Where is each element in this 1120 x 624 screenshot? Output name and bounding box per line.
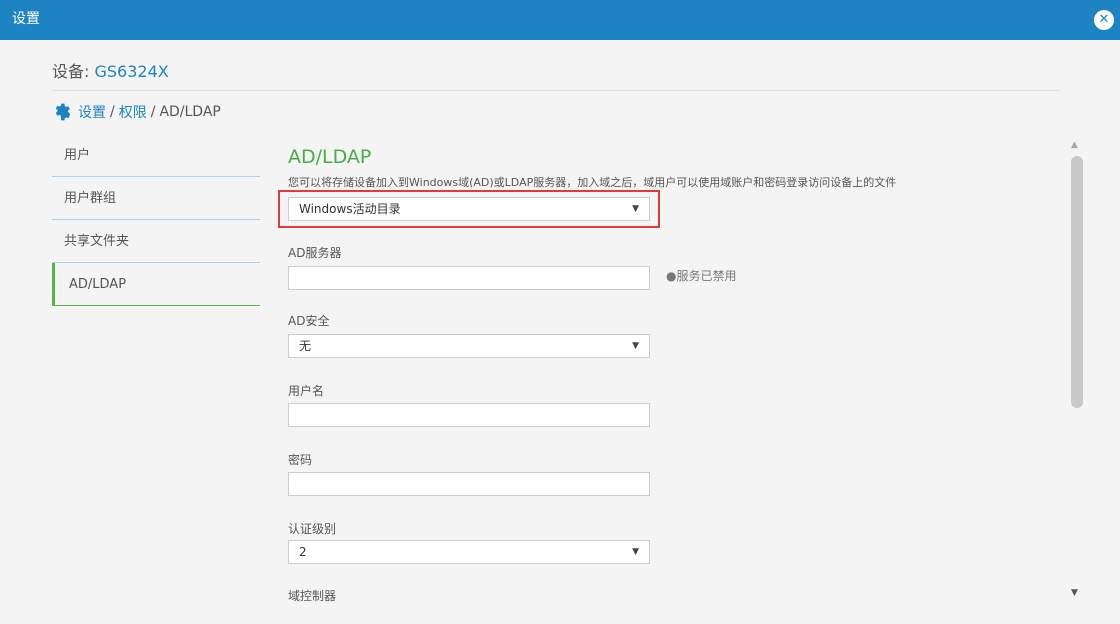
main-panel: AD/LDAP 您可以将存储设备加入到Windows域(AD)或LDAP服务器，… (278, 140, 1078, 624)
auth-level-value: 2 (299, 545, 307, 559)
description: 您可以将存储设备加入到Windows域(AD)或LDAP服务器，加入域之后，域用… (288, 176, 897, 189)
scroll-up-icon[interactable]: ▲ (1071, 140, 1078, 150)
breadcrumb-separator: / (110, 104, 115, 120)
scroll-down-icon[interactable]: ▼ (1071, 588, 1078, 598)
breadcrumb-separator: / (150, 104, 156, 120)
device-label: 设备: (52, 62, 95, 81)
domain-type-value: Windows活动目录 (299, 202, 401, 216)
page-title: AD/LDAP (288, 146, 372, 168)
password-input[interactable] (288, 472, 650, 496)
username-label: 用户名 (288, 384, 325, 398)
scrollbar[interactable]: ▲ ▼ (1066, 140, 1088, 610)
device-name: GS6324X (94, 62, 169, 81)
gear-icon (55, 103, 70, 121)
caret-down-icon: ▼ (632, 341, 639, 351)
breadcrumb-settings[interactable]: 设置 (78, 102, 106, 122)
caret-down-icon: ▼ (632, 204, 639, 214)
ad-security-label: AD安全 (288, 314, 330, 328)
ad-server-label: AD服务器 (288, 246, 342, 260)
device-info: 设备: GS6324X (52, 58, 169, 82)
ad-security-value: 无 (299, 339, 312, 353)
domain-type-select[interactable]: Windows活动目录 ▼ (288, 197, 650, 221)
sidebar-item-user-groups[interactable]: 用户群组 (52, 177, 260, 220)
username-input[interactable] (288, 403, 650, 427)
window-title: 设置 (12, 11, 40, 27)
service-status: ●服务已禁用 (666, 269, 737, 283)
sidebar: 用户 用户群组 共享文件夹 AD/LDAP (52, 134, 260, 306)
ad-server-input[interactable] (288, 266, 650, 290)
breadcrumb: 设置 / 权限 / AD/LDAP (52, 102, 221, 122)
auth-level-select[interactable]: 2 ▼ (288, 540, 650, 564)
caret-down-icon: ▼ (632, 547, 639, 557)
sidebar-item-ad-ldap[interactable]: AD/LDAP (52, 263, 260, 306)
breadcrumb-permissions[interactable]: 权限 (119, 102, 147, 122)
scrollbar-thumb[interactable] (1071, 156, 1083, 408)
close-icon[interactable]: ✕ (1094, 10, 1114, 30)
divider (52, 90, 1060, 91)
password-label: 密码 (288, 453, 313, 467)
sidebar-item-users[interactable]: 用户 (52, 134, 260, 177)
breadcrumb-current: AD/LDAP (159, 104, 221, 120)
auth-level-label: 认证级别 (288, 522, 337, 536)
sidebar-item-shared-folders[interactable]: 共享文件夹 (52, 220, 260, 263)
ad-security-select[interactable]: 无 ▼ (288, 334, 650, 358)
domain-controller-label: 域控制器 (288, 589, 337, 603)
title-bar: 设置 ✕ (0, 0, 1120, 40)
